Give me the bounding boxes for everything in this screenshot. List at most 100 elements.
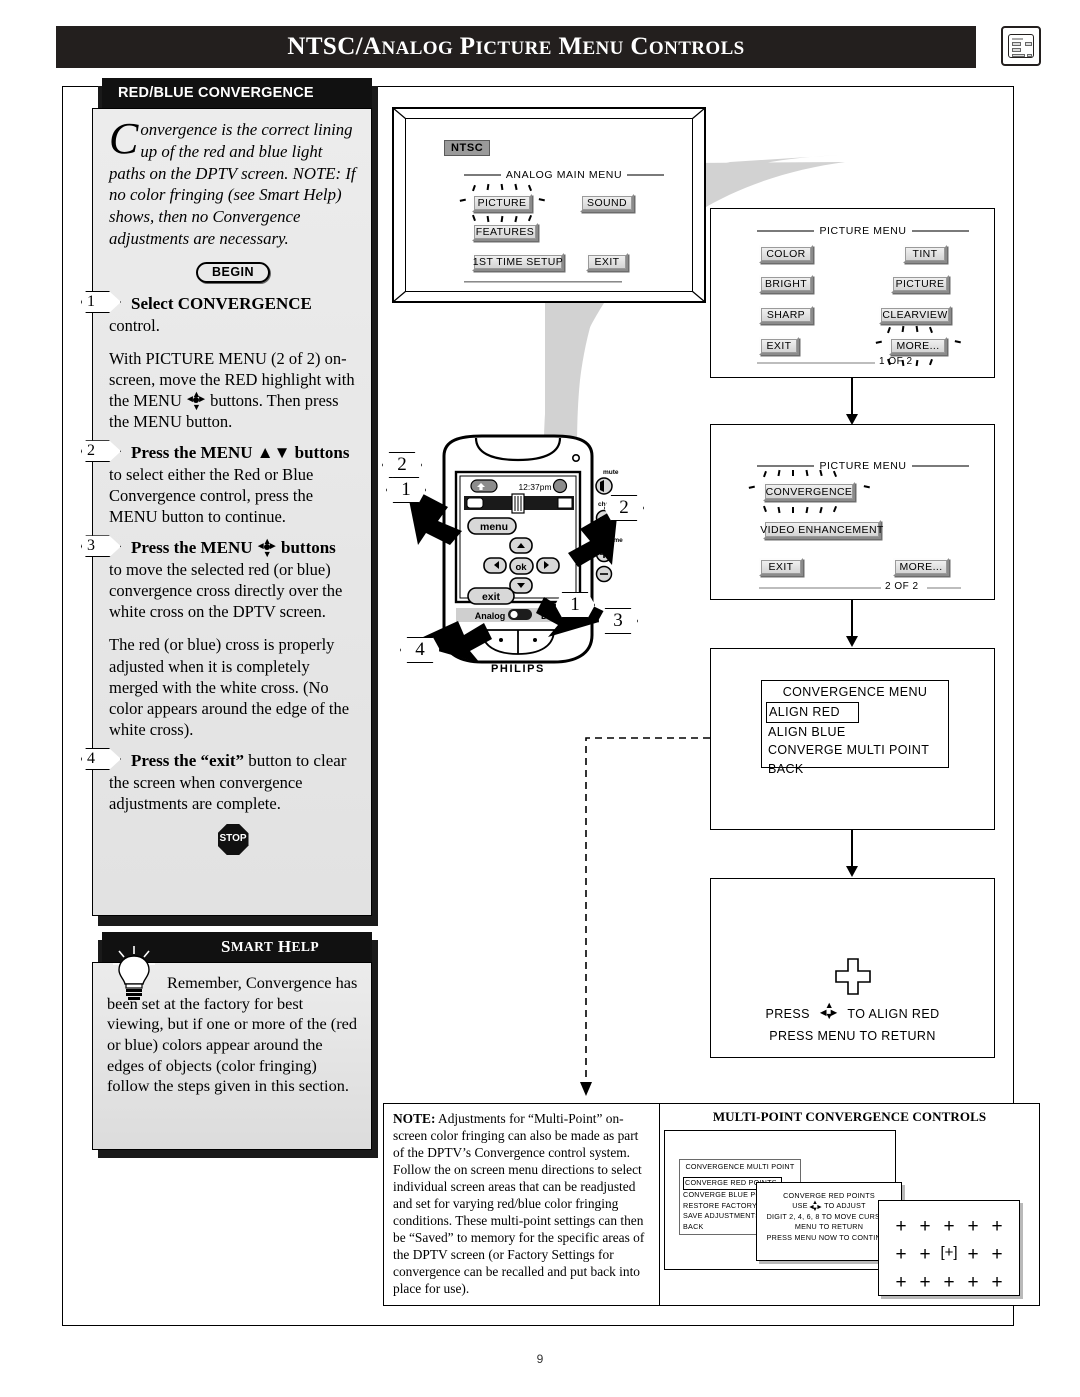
menu-title: PICTURE MENU [819,225,907,237]
osd-button-picture[interactable]: PICTURE [891,275,949,293]
step-1-body: control. [109,315,160,335]
grid-cursor: [+] [940,1244,958,1261]
grid-plus: + [919,1272,931,1293]
grid-plus: + [991,1216,1003,1237]
step-2-body: to select either the Red or Blue Converg… [109,465,314,527]
osd-label: TINT [912,248,938,260]
multipoint-title: MULTI-POINT CONVERGENCE CONTROLS [712,1109,987,1124]
note-text: Adjustments for “Multi-Point” on-screen … [393,1111,645,1296]
page-title: NTSC/ANALOG PICTURE MENU CONTROLS [287,33,745,60]
osd-button-video-enhancement[interactable]: VIDEO ENHANCEMENT [760,520,884,539]
page-indicator: 1 OF 2 [879,356,913,367]
step-4-head-rest: button to clear [244,750,347,770]
osd-button-exit[interactable]: EXIT [759,337,799,355]
osd-label: EXIT [766,340,792,352]
osd-button-exit[interactable]: EXIT [759,558,803,576]
callout-1-top: 1 [386,477,426,503]
osd-button-color[interactable]: COLOR [759,245,813,263]
lightbulb-icon [113,946,155,1000]
drop-cap: C [109,114,139,163]
step-2-heading: Press the MENU ▲▼ buttons [131,443,350,463]
step-4-heading: Press the “exit” button to clear [109,750,357,772]
osd-button-sound[interactable]: SOUND [580,194,634,212]
grid-plus: + [895,1244,907,1265]
screen-picture-menu-2: PICTURE MENU CONVERGENCE VIDEO ENHANCEME… [710,424,995,600]
grid-plus: + [943,1272,955,1293]
osd-button-exit[interactable]: EXIT [586,253,628,271]
screen-picture-menu-1: PICTURE MENU COLOR TINT BRIGHT PICTURE S… [710,208,995,378]
callout-2-top: 2 [382,452,422,478]
step-2: 2 Press the MENU ▲▼ buttons to select ei… [81,440,357,527]
osd-footer-rule-left [759,587,881,589]
osd-label: VIDEO ENHANCEMENT [760,523,884,536]
menu-title: ANALOG MAIN MENU [505,169,623,181]
grid-plus: + [967,1272,979,1293]
note-label: NOTE: [393,1111,436,1126]
osd-button-sharp[interactable]: SHARP [759,306,813,324]
osd-button-tint[interactable]: TINT [903,245,947,263]
osd-button-picture[interactable]: PICTURE [459,183,545,223]
step-3-extra: The red (or blue) cross is properly adju… [109,635,350,739]
callout-arrows [406,485,618,663]
osd-label: CONVERGENCE [765,485,853,498]
note-box: NOTE: Adjustments for “Multi-Point” on-s… [383,1103,660,1306]
osd-button-1st-time-setup[interactable]: 1ST TIME SETUP [472,253,564,271]
menu-title: PICTURE MENU [819,460,907,472]
step-4-body: the screen when convergence adjustments … [109,772,303,813]
page-indicator: 2 OF 2 [885,581,919,592]
callout-2-right: 2 [604,495,644,521]
osd-label: 1ST TIME SETUP [472,256,564,268]
multipoint-convergence-box: MULTI-POINT CONVERGENCE CONTROLS CONVERG… [659,1103,1040,1306]
callout-1-bottom: 1 [555,592,595,618]
multipoint-grid-screen: + + + + + + + [+] + + + + + + + [878,1200,1020,1296]
page-header: NTSC/ANALOG PICTURE MENU CONTROLS [56,26,976,68]
tv-analog-main-menu: NTSC ANALOG MAIN MENU PICTURE SOUND FEAT… [392,107,706,303]
osd-button-bright[interactable]: BRIGHT [759,275,813,293]
flow-arrow-2-head [846,636,858,647]
step-4: 4 Press the “exit” button to clear the s… [81,747,357,814]
callout-3: 3 [598,608,638,634]
step-3-heading: Press the MENU ▲▼ buttons [109,536,357,559]
grid-plus: + [967,1244,979,1265]
grid-plus: + [991,1244,1003,1265]
step-3-body: to move the selected red (or blue) conve… [109,560,343,622]
osd-label: EXIT [594,256,620,268]
step-3: 3 Press the MENU ▲▼ buttons to move the … [81,535,357,622]
osd-label: PICTURE [477,197,527,209]
grid-plus: + [919,1244,931,1265]
nav-pad-icon: ▲▼ [185,389,207,411]
convergence-point-grid: + + + + + + + [+] + + + + + + + [889,1217,1009,1292]
page-number: 9 [536,1352,544,1366]
callout-4: 4 [400,637,440,663]
convergence-menu-item-align-red[interactable]: ALIGN RED [766,701,859,723]
convergence-menu-title: CONVERGENCE MENU [782,685,928,699]
osd-label: MORE... [899,561,943,573]
panel-body: Convergence is the correct lining up of … [81,108,372,916]
osd-footer-rule-right [927,587,961,589]
osd-label: FEATURES [475,226,535,238]
osd-button-convergence[interactable]: CONVERGENCE [748,469,870,514]
osd-button-clearview[interactable]: CLEARVIEW [879,306,951,324]
osd-button-features[interactable]: FEATURES [472,223,538,241]
multipoint-menu-1-title: CONVERGENCE MULTI POINT [685,1162,795,1171]
begin-badge: BEGIN [196,261,270,283]
osd-label: CLEARVIEW [882,309,948,321]
osd-label: BRIGHT [764,278,808,290]
stop-badge: STOP [217,823,249,855]
osd-footer-rule [757,362,875,364]
panel-heading: RED/BLUE CONVERGENCE [102,78,372,108]
intro-text: onvergence is the correct lining up of t… [109,120,356,249]
source-badge: NTSC [444,140,491,156]
osd-button-more[interactable]: MORE... [875,325,961,367]
red-blue-convergence-panel: Convergence is the correct lining up of … [81,78,378,926]
tv-bevel [392,107,706,303]
step-4-head-bold: Press the “exit” [131,750,244,770]
nav-pad-icon: ▲▼ [256,536,278,558]
grid-plus: + [991,1272,1003,1293]
grid-plus: + [943,1216,955,1237]
osd-label: PICTURE [895,278,945,290]
grid-plus: + [895,1216,907,1237]
osd-button-more[interactable]: MORE... [893,558,949,576]
osd-label: SHARP [766,309,806,321]
tv-menu-icon [1001,26,1041,66]
